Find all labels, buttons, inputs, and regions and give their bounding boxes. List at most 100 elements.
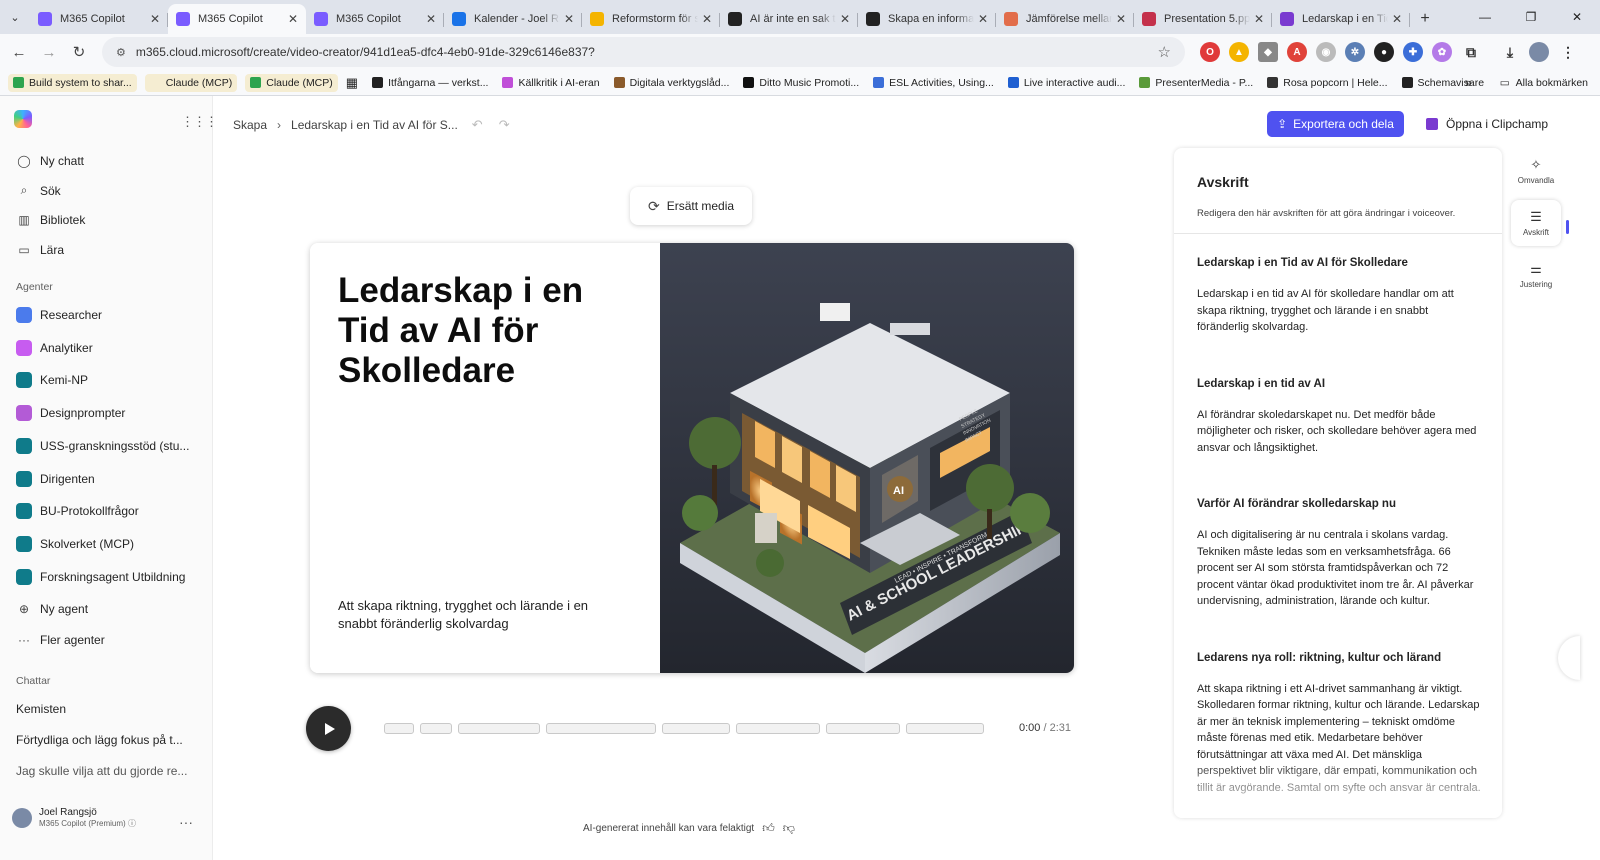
browser-tab[interactable]: M365 Copilot ✕ <box>168 4 306 34</box>
sidebar-item-chat-bubble[interactable]: ◯ Ny chatt <box>16 153 84 169</box>
apps-grid-icon[interactable]: ▦ <box>346 75 358 91</box>
play-button[interactable] <box>306 706 351 751</box>
chat-history-item[interactable]: Kemisten <box>16 702 66 716</box>
thumbs-up-icon[interactable]: 👍︎ <box>762 821 775 836</box>
browser-tab[interactable]: Ledarskap i en Tid ✕ <box>1272 4 1410 34</box>
bookmark-item[interactable]: Ditto Music Promoti... <box>743 77 859 89</box>
browser-tab[interactable]: Jämförelse mellan ✕ <box>996 4 1134 34</box>
transcript-section[interactable]: Varför AI förändrar skolledarskap nu AI o… <box>1197 498 1483 610</box>
transcript-section-text[interactable]: AI förändrar skoledarskapet nu. Det medf… <box>1197 407 1483 457</box>
tab-close-icon[interactable]: ✕ <box>978 12 988 26</box>
replace-media-button[interactable]: ⟳ Ersätt media <box>630 187 752 225</box>
bookmark-item[interactable]: Källkritik i AI-eran <box>502 77 600 89</box>
browser-tab[interactable]: Reformstorm för s ✕ <box>582 4 720 34</box>
tab-close-icon[interactable]: ✕ <box>1254 12 1264 26</box>
reload-icon[interactable]: ↻ <box>64 37 94 67</box>
panel-edge-toggle[interactable] <box>1558 636 1580 680</box>
browser-tab[interactable]: M365 Copilot ✕ <box>30 4 168 34</box>
timeline-segment[interactable] <box>906 723 984 734</box>
close-window-icon[interactable]: ✕ <box>1554 0 1600 34</box>
browser-tab[interactable]: Presentation 5.ppt ✕ <box>1134 4 1272 34</box>
timeline-segment[interactable] <box>662 723 730 734</box>
export-share-button[interactable]: ⇪ Exportera och dela <box>1267 111 1404 137</box>
dark-extension-icon[interactable]: ● <box>1374 42 1394 62</box>
camera-extension-icon[interactable]: ◉ <box>1316 42 1336 62</box>
copilot-logo-icon[interactable] <box>14 110 32 128</box>
agent-item[interactable]: Dirigenten <box>16 470 95 487</box>
bookmark-item[interactable]: ESL Activities, Using... <box>873 77 994 89</box>
bookmark-item[interactable]: Build system to shar... <box>8 73 137 92</box>
browser-menu-icon[interactable]: ⋮ <box>1558 42 1578 62</box>
user-profile[interactable]: Joel Rangsjö M365 Copilot (Premium) ⓘ <box>12 807 136 829</box>
bookmark-item[interactable]: Digitala verktygslåd... <box>613 77 729 89</box>
browser-tab[interactable]: Kalender - Joel Ra ✕ <box>444 4 582 34</box>
browser-tab[interactable]: AI är inte en sak ti ✕ <box>720 4 858 34</box>
user-more-icon[interactable]: ··· <box>179 814 193 830</box>
new-tab-button[interactable]: + <box>1410 4 1440 34</box>
timeline-segment[interactable] <box>736 723 820 734</box>
tab-close-icon[interactable]: ✕ <box>564 12 574 26</box>
bookmark-item[interactable]: Claude (MCP) <box>144 73 238 92</box>
restore-icon[interactable]: ❐ <box>1508 0 1554 34</box>
agent-item[interactable]: BU-Protokollfrågor <box>16 503 139 520</box>
forward-arrow-icon[interactable]: → <box>34 37 64 67</box>
chat-history-item[interactable]: Förtydliga och lägg fokus på t... <box>16 733 183 747</box>
download-icon[interactable]: ⤓ <box>1500 42 1520 62</box>
site-info-icon[interactable]: ⚙ <box>116 46 126 59</box>
agent-item[interactable]: Forskningsagent Utbildning <box>16 568 185 585</box>
bookmark-item[interactable]: Itfångarna — verkst... <box>372 77 488 89</box>
drive-extension-icon[interactable]: ▲ <box>1229 42 1249 62</box>
browser-tab[interactable]: M365 Copilot ✕ <box>306 4 444 34</box>
bookmark-item[interactable]: Claude (MCP) <box>245 73 338 92</box>
tab-close-icon[interactable]: ✕ <box>150 12 160 26</box>
more-agents-button[interactable]: ··· Fler agenter <box>16 632 105 648</box>
breadcrumb-root[interactable]: Skapa <box>233 118 267 132</box>
bookmark-star-icon[interactable]: ☆ <box>1158 43 1171 61</box>
extension-icon[interactable]: ✿ <box>1432 42 1452 62</box>
tab-close-icon[interactable]: ✕ <box>840 12 850 26</box>
minimize-icon[interactable]: — <box>1462 0 1508 34</box>
transcript-section[interactable]: Ledarskap i en Tid av AI för Skolledare L… <box>1197 257 1483 336</box>
video-slide-preview[interactable]: Ledarskap i en Tid av AI för Skolledare … <box>310 243 1074 673</box>
extensions-puzzle-icon[interactable]: ⧉ <box>1461 42 1481 62</box>
timeline-segment[interactable] <box>826 723 900 734</box>
undo-icon[interactable]: ↶ <box>472 117 483 133</box>
new-agent-button[interactable]: ⊕ Ny agent <box>16 601 88 617</box>
all-bookmarks-folder[interactable]: ▭ Alla bokmärken <box>1500 77 1588 89</box>
transcript-section-text[interactable]: AI och digitalisering är nu centrala i s… <box>1197 527 1483 610</box>
chat-history-item[interactable]: Jag skulle vilja att du gjorde re... <box>16 764 187 778</box>
transcript-section-text[interactable]: Ledarskap i en tid av AI för skolledare … <box>1197 286 1483 336</box>
redo-icon[interactable]: ↷ <box>499 117 510 133</box>
bookmark-item[interactable]: Live interactive audi... <box>1007 77 1125 89</box>
bookmark-item[interactable]: Rosa popcorn | Hele... <box>1267 77 1388 89</box>
tab-close-icon[interactable]: ✕ <box>426 12 436 26</box>
tab-close-icon[interactable]: ✕ <box>1116 12 1126 26</box>
rail-item-justering[interactable]: ⚌ Justering <box>1511 252 1561 298</box>
transcript-body[interactable]: Ledarskap i en Tid av AI för Skolledare L… <box>1197 257 1483 818</box>
timeline-segment[interactable] <box>384 723 414 734</box>
app-launcher-icon[interactable]: ⋮⋮⋮ <box>181 114 218 130</box>
rail-item-omvandla[interactable]: ✧ Omvandla <box>1511 148 1561 194</box>
browser-tab[interactable]: Skapa en informati ✕ <box>858 4 996 34</box>
tab-search-dropdown-icon[interactable]: ⌄ <box>0 0 30 34</box>
thumbs-down-icon[interactable]: 👎︎ <box>783 821 795 836</box>
agent-item[interactable]: USS-granskningsstöd (stu... <box>16 437 189 454</box>
agent-item[interactable]: Analytiker <box>16 339 93 356</box>
timeline-segment[interactable] <box>420 723 452 734</box>
bookmarks-overflow-icon[interactable]: » <box>1465 75 1472 90</box>
agent-item[interactable]: Skolverket (MCP) <box>16 535 134 552</box>
tab-close-icon[interactable]: ✕ <box>1392 12 1402 26</box>
sidebar-item-book[interactable]: ▭ Lära <box>16 242 64 258</box>
open-clipchamp-button[interactable]: Öppna i Clipchamp <box>1426 111 1548 137</box>
tab-close-icon[interactable]: ✕ <box>288 12 298 26</box>
timeline-segment[interactable] <box>458 723 540 734</box>
timeline-segment[interactable] <box>546 723 656 734</box>
puzzle-blue-icon[interactable]: ✚ <box>1403 42 1423 62</box>
bookmark-item[interactable]: PresenterMedia - P... <box>1139 77 1253 89</box>
agent-item[interactable]: Kemi-NP <box>16 372 88 389</box>
sidebar-item-library[interactable]: ▥ Bibliotek <box>16 212 85 228</box>
sidebar-item-search[interactable]: ⌕ Sök <box>16 183 61 199</box>
adblock-icon[interactable]: A <box>1287 42 1307 62</box>
tab-close-icon[interactable]: ✕ <box>702 12 712 26</box>
agent-item[interactable]: Researcher <box>16 307 102 323</box>
